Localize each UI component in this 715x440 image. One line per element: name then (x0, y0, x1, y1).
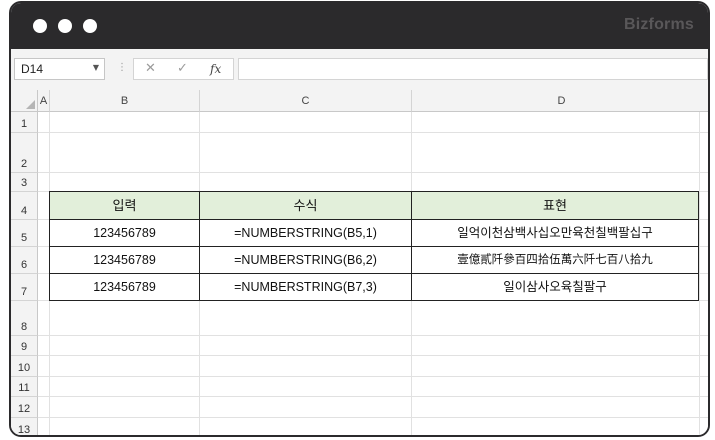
table-cell[interactable]: =NUMBERSTRING(B6,2) (199, 246, 412, 274)
column-header-a[interactable]: A (38, 90, 50, 112)
table-cell[interactable]: 壹億貳阡參百四拾伍萬六阡七百八拾九 (411, 246, 699, 274)
table-cell[interactable]: 일이삼사오육칠팔구 (411, 273, 699, 301)
row-header-1[interactable]: 1 (11, 112, 38, 133)
row-header-6[interactable]: 6 (11, 247, 38, 274)
table-cell[interactable]: 일억이천삼백사십오만육천칠백팔십구 (411, 219, 699, 247)
name-box-value: D14 (21, 62, 44, 76)
fx-icon[interactable]: fx (210, 62, 221, 76)
row-header-10[interactable]: 10 (11, 356, 38, 377)
close-dot[interactable] (33, 19, 47, 33)
table-cell[interactable]: 123456789 (49, 219, 200, 247)
row-header-8[interactable]: 8 (11, 301, 38, 336)
formula-input[interactable] (238, 58, 708, 80)
row-header-13[interactable]: 13 (11, 418, 38, 435)
worksheet-grid: A B C D 1 2 3 4 5 6 7 8 9 10 11 12 13 입력… (11, 90, 708, 435)
cancel-icon[interactable]: ✕ (145, 61, 156, 76)
title-bar: Bizforms (11, 3, 708, 49)
row-header-7[interactable]: 7 (11, 274, 38, 301)
brand-logo: Bizforms (623, 16, 694, 33)
select-all-corner[interactable] (11, 90, 38, 112)
maximize-dot[interactable] (83, 19, 97, 33)
formula-bar: D14 ▼ ⋮ ✕ ✓ fx (11, 49, 708, 90)
row-header-3[interactable]: 3 (11, 173, 38, 192)
drag-handle-icon[interactable]: ⋮ (117, 62, 127, 73)
table-cell[interactable]: 123456789 (49, 273, 200, 301)
row-header-12[interactable]: 12 (11, 397, 38, 418)
table-header-expression[interactable]: 표현 (411, 191, 699, 220)
spreadsheet-window: Bizforms D14 ▼ ⋮ ✕ ✓ fx A B C D 1 2 3 4 … (9, 1, 710, 437)
table-cell[interactable]: 123456789 (49, 246, 200, 274)
row-header-9[interactable]: 9 (11, 336, 38, 356)
column-header-d[interactable]: D (412, 90, 708, 112)
column-header-c[interactable]: C (200, 90, 412, 112)
table-cell[interactable]: =NUMBERSTRING(B7,3) (199, 273, 412, 301)
row-header-11[interactable]: 11 (11, 377, 38, 397)
row-header-5[interactable]: 5 (11, 220, 38, 247)
chevron-down-icon[interactable]: ▼ (93, 63, 99, 72)
table-cell[interactable]: =NUMBERSTRING(B5,1) (199, 219, 412, 247)
formula-buttons: ✕ ✓ fx (133, 58, 234, 80)
table-header-input[interactable]: 입력 (49, 191, 200, 220)
column-header-b[interactable]: B (50, 90, 200, 112)
minimize-dot[interactable] (58, 19, 72, 33)
row-header-2[interactable]: 2 (11, 133, 38, 173)
enter-icon[interactable]: ✓ (177, 61, 188, 76)
name-box[interactable]: D14 ▼ (14, 58, 105, 80)
row-header-4[interactable]: 4 (11, 192, 38, 220)
table-header-formula[interactable]: 수식 (199, 191, 412, 220)
